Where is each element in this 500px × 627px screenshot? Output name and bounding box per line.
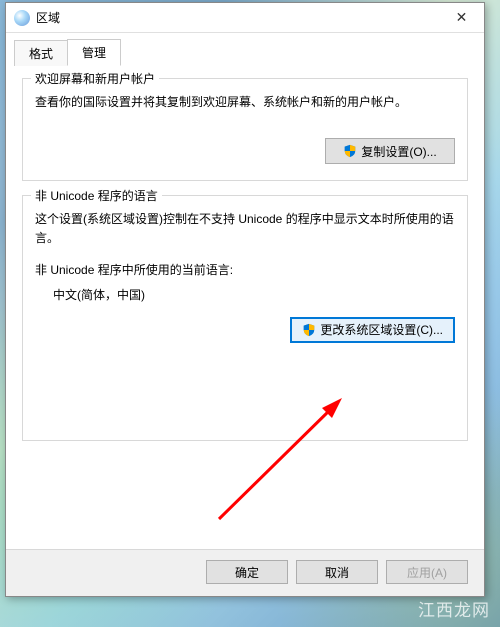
shield-icon [343, 144, 357, 158]
group-non-unicode: 非 Unicode 程序的语言 这个设置(系统区域设置)控制在不支持 Unico… [22, 195, 468, 441]
current-language-label: 非 Unicode 程序中所使用的当前语言: [35, 261, 455, 280]
tab-format[interactable]: 格式 [14, 40, 68, 67]
dialog-buttons: 确定 取消 应用(A) [6, 549, 484, 596]
title-text: 区域 [36, 9, 439, 26]
ok-button[interactable]: 确定 [206, 560, 288, 584]
group-welcome-screen: 欢迎屏幕和新用户帐户 查看你的国际设置并将其复制到欢迎屏幕、系统帐户和新的用户帐… [22, 78, 468, 181]
tab-admin[interactable]: 管理 [67, 39, 121, 66]
current-language-value: 中文(简体，中国) [35, 286, 455, 303]
titlebar: 区域 ✕ [6, 3, 484, 33]
change-system-locale-label: 更改系统区域设置(C)... [320, 321, 443, 338]
apply-button[interactable]: 应用(A) [386, 560, 468, 584]
copy-settings-button[interactable]: 复制设置(O)... [325, 138, 455, 164]
tab-strip: 格式 管理 [6, 33, 484, 67]
group-non-unicode-title: 非 Unicode 程序的语言 [31, 187, 162, 204]
dialog-content: 欢迎屏幕和新用户帐户 查看你的国际设置并将其复制到欢迎屏幕、系统帐户和新的用户帐… [6, 66, 484, 549]
copy-settings-label: 复制设置(O)... [361, 143, 436, 160]
close-button[interactable]: ✕ [439, 3, 484, 33]
group-welcome-title: 欢迎屏幕和新用户帐户 [31, 70, 159, 87]
change-system-locale-button[interactable]: 更改系统区域设置(C)... [290, 317, 455, 343]
close-icon: ✕ [456, 9, 468, 26]
region-dialog: 区域 ✕ 格式 管理 欢迎屏幕和新用户帐户 查看你的国际设置并将其复制到欢迎屏幕… [5, 2, 485, 597]
group-welcome-text: 查看你的国际设置并将其复制到欢迎屏幕、系统帐户和新的用户帐户。 [35, 93, 455, 112]
group-non-unicode-text: 这个设置(系统区域设置)控制在不支持 Unicode 的程序中显示文本时所使用的… [35, 210, 455, 248]
globe-icon [14, 10, 30, 26]
shield-icon [302, 323, 316, 337]
watermark-text: 江西龙网 [418, 596, 490, 621]
cancel-button[interactable]: 取消 [296, 560, 378, 584]
